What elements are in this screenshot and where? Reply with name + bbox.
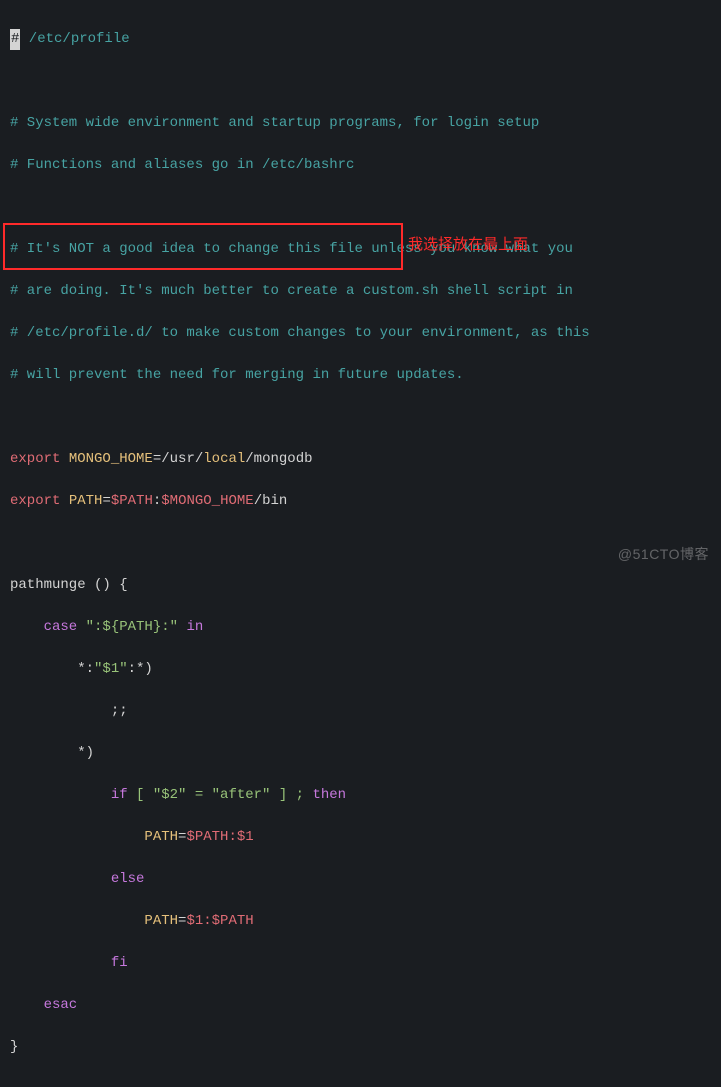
comment-text: # System wide environment and startup pr…: [10, 115, 539, 131]
path-segment: /usr/: [161, 451, 203, 467]
function-decl: pathmunge () {: [10, 577, 128, 593]
var-name: MONGO_HOME: [60, 451, 152, 467]
condition: [ "$2" = "after" ] ;: [128, 787, 313, 803]
var-ref: $MONGO_HOME: [161, 493, 253, 509]
keyword-fi: fi: [10, 955, 128, 971]
code-editor[interactable]: # /etc/profile # System wide environment…: [0, 0, 721, 1087]
var-name: PATH: [60, 493, 102, 509]
string: "$1": [94, 661, 128, 677]
var-ref: $PATH: [111, 493, 153, 509]
comment-text: # Functions and aliases go in /etc/bashr…: [10, 157, 354, 173]
comment-text: # will prevent the need for merging in f…: [10, 367, 464, 383]
keyword-case: case: [10, 619, 77, 635]
brace-close: }: [10, 1039, 18, 1055]
comment-text: # are doing. It's much better to create …: [10, 283, 573, 299]
keyword-in: in: [178, 619, 203, 635]
keyword-else: else: [10, 871, 144, 887]
equals: =: [178, 829, 186, 845]
watermark: @51CTO博客: [618, 544, 709, 565]
comment-text: # /etc/profile.d/ to make custom changes…: [10, 325, 590, 341]
pattern: :*): [128, 661, 153, 677]
keyword-local: local: [203, 451, 245, 467]
keyword-export: export: [10, 493, 60, 509]
equals: =: [102, 493, 110, 509]
path-segment: /mongodb: [245, 451, 312, 467]
equals: =: [153, 451, 161, 467]
string: ":${PATH}:": [77, 619, 178, 635]
comment-text: /etc/profile: [20, 31, 129, 47]
case-end: ;;: [10, 703, 128, 719]
annotation-text: 我选择放在最上面: [408, 234, 528, 257]
keyword-then: then: [312, 787, 346, 803]
keyword-esac: esac: [10, 997, 77, 1013]
colon: :: [153, 493, 161, 509]
var-name: PATH: [10, 913, 178, 929]
pattern: *:: [10, 661, 94, 677]
keyword-if: if: [10, 787, 128, 803]
cursor: #: [10, 29, 20, 50]
path-segment: /bin: [254, 493, 288, 509]
equals: =: [178, 913, 186, 929]
var-name: PATH: [10, 829, 178, 845]
keyword-export: export: [10, 451, 60, 467]
var-ref: $1:$PATH: [186, 913, 253, 929]
pattern: *): [10, 745, 94, 761]
var-ref: $PATH:$1: [186, 829, 253, 845]
